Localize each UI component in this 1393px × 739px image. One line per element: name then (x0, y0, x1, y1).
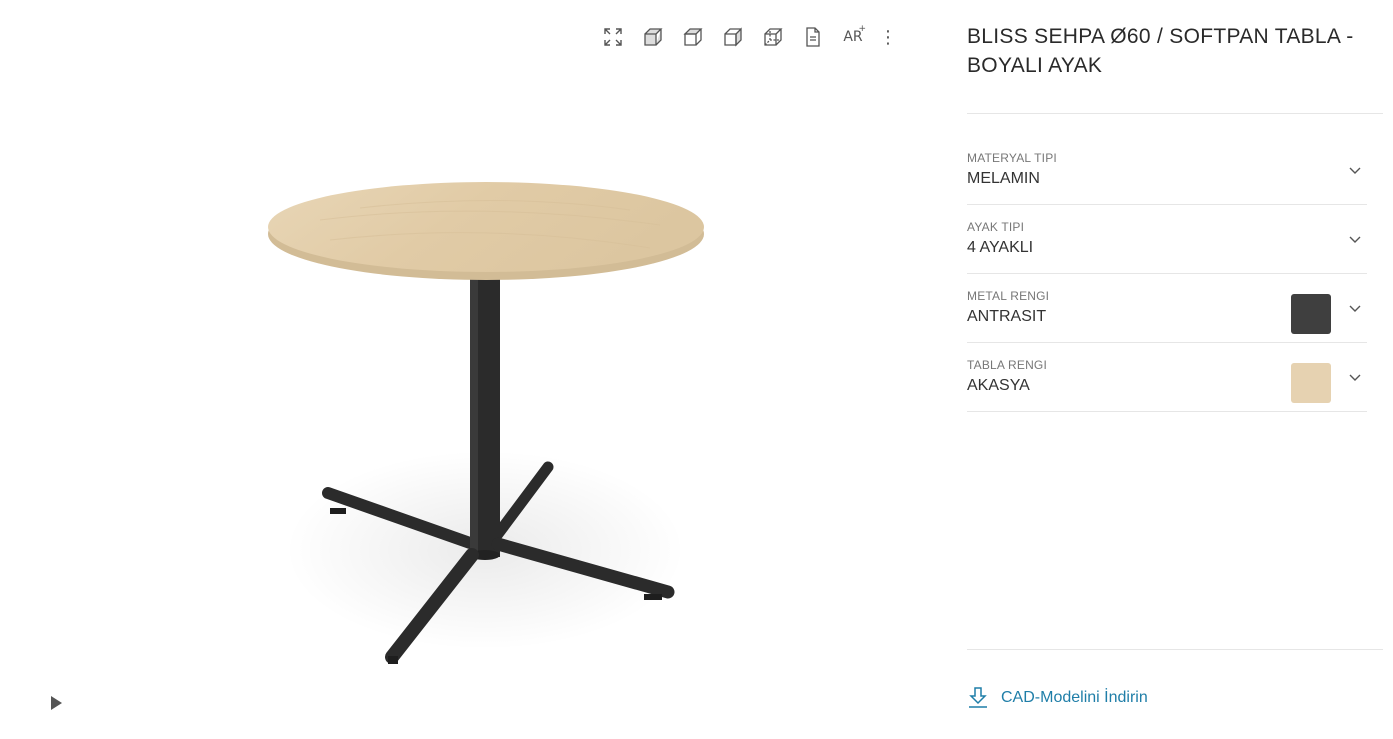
divider (967, 649, 1383, 650)
more-icon: ⋮ (879, 26, 897, 47)
cube-iso-icon (764, 28, 783, 46)
chevron-down-icon (1349, 374, 1361, 381)
download-icon (969, 687, 987, 708)
option-value: ANTRASIT (967, 308, 1047, 325)
cube-top-icon (683, 28, 703, 46)
chevron-down-icon (1349, 305, 1361, 312)
viewer-toolbar: AR + ⋮ (600, 24, 897, 50)
cube-side-icon (724, 27, 742, 47)
configurator-panel: BLISS SEHPA Ø60 / SOFTPAN TABLA - BOYALI… (967, 0, 1383, 739)
fullscreen-button[interactable] (600, 24, 626, 50)
document-icon (806, 27, 820, 47)
option-material-type[interactable]: MATERYAL TIPI MELAMIN (967, 136, 1367, 205)
option-label: AYAK TIPI (967, 220, 1025, 234)
view-front-button[interactable] (640, 24, 666, 50)
view-side-button[interactable] (720, 24, 746, 50)
color-swatch[interactable] (1291, 294, 1331, 334)
ar-button[interactable]: AR + (840, 24, 866, 50)
cube-front-icon (644, 28, 663, 46)
play-icon (51, 696, 62, 710)
option-label: TABLA RENGI (967, 358, 1048, 372)
option-value: MELAMIN (967, 170, 1040, 187)
product-title: BLISS SEHPA Ø60 / SOFTPAN TABLA - BOYALI… (967, 25, 1354, 77)
more-options-button[interactable]: ⋮ (879, 24, 897, 50)
option-label: MATERYAL TIPI (967, 151, 1057, 165)
view-iso-button[interactable] (760, 24, 786, 50)
option-value: 4 AYAKLI (967, 239, 1034, 256)
option-label: METAL RENGI (967, 289, 1050, 303)
option-metal-color[interactable]: METAL RENGI ANTRASIT (967, 274, 1367, 343)
cad-download-link[interactable]: CAD-Modelini İndirin (967, 686, 1148, 710)
option-leg-type[interactable]: AYAK TIPI 4 AYAKLI (967, 205, 1367, 274)
chevron-down-icon (1349, 167, 1361, 174)
play-animation-button[interactable] (48, 694, 64, 712)
document-button[interactable] (800, 24, 826, 50)
cad-download-label: CAD-Modelini İndirin (1001, 689, 1148, 706)
option-list: MATERYAL TIPI MELAMIN AYAK TIPI 4 AYAKLI… (967, 136, 1367, 412)
chevron-down-icon (1349, 236, 1361, 243)
product-viewer[interactable]: AR + ⋮ (0, 0, 940, 739)
divider (967, 113, 1383, 114)
view-top-button[interactable] (680, 24, 706, 50)
option-value: AKASYA (967, 377, 1030, 394)
product-3d-model[interactable] (240, 170, 720, 690)
color-swatch[interactable] (1291, 363, 1331, 403)
option-top-color[interactable]: TABLA RENGI AKASYA (967, 343, 1367, 412)
fullscreen-icon (604, 28, 622, 46)
